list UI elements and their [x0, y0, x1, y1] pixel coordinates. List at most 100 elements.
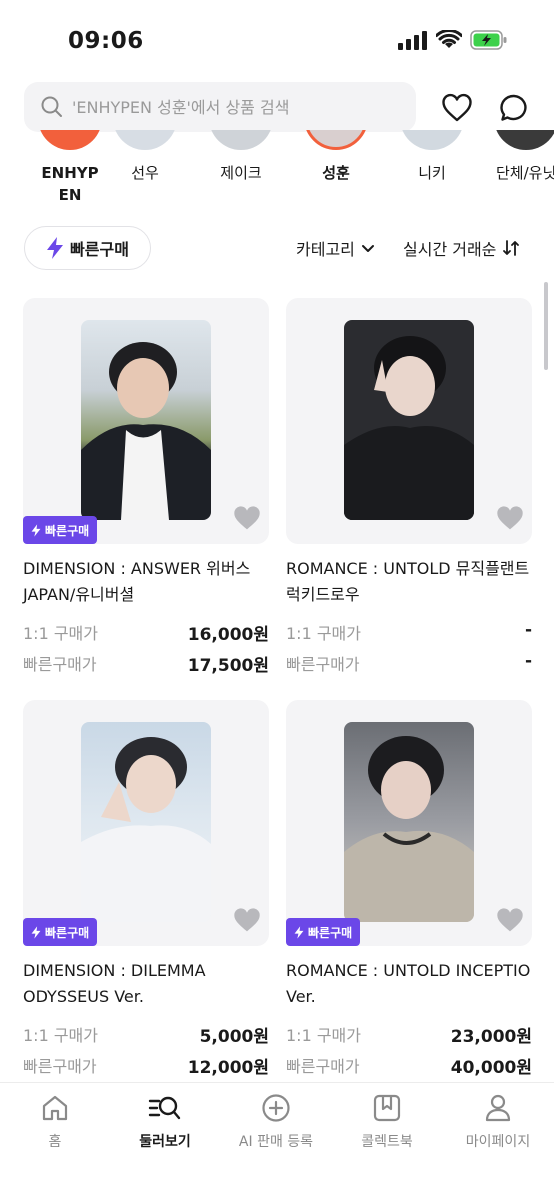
nav-item-browse[interactable]: 둘러보기 [110, 1093, 220, 1151]
nav-label: 둘러보기 [139, 1134, 191, 1150]
artist-item-enhypen[interactable]: ENHYPEN [30, 130, 110, 206]
heart-icon[interactable] [233, 504, 261, 532]
price-label: 1:1 구매가 [286, 1026, 361, 1045]
artist-name: ENHYPEN [41, 164, 99, 204]
product-image-area[interactable]: 빠른구매 [23, 700, 269, 946]
heart-icon[interactable] [496, 504, 524, 532]
chevron-down-icon [361, 245, 374, 252]
artist-name: 단체/유닛 [496, 164, 554, 182]
price-value: 23,000원 [450, 1027, 532, 1047]
artist-avatar [113, 130, 177, 150]
search-bar[interactable] [24, 82, 416, 132]
photocard-portrait [344, 736, 474, 922]
browse-icon [148, 1096, 181, 1120]
photocard-image [81, 320, 211, 520]
photocard-image [344, 320, 474, 520]
badge-label: 빠른구매 [45, 925, 90, 940]
artist-name: 선우 [131, 164, 159, 182]
artist-name: 니키 [418, 164, 446, 182]
price-label: 빠른구매가 [286, 1057, 360, 1076]
nav-item-collectbook[interactable]: 콜렉트북 [332, 1093, 442, 1151]
status-time: 09:06 [68, 28, 144, 54]
product-image-area[interactable] [286, 298, 532, 544]
lightning-icon [31, 523, 41, 537]
plus-circle-icon [262, 1094, 290, 1122]
heart-outline-icon [442, 93, 472, 122]
quick-buy-badge: 빠른구매 [286, 918, 361, 946]
badge-label: 빠른구매 [308, 925, 353, 940]
photocard-image [81, 722, 211, 922]
price-row-quick: 빠른구매가 - [286, 651, 532, 675]
price-row-1to1: 1:1 구매가 16,000원 [23, 620, 269, 645]
artist-item-sunoo[interactable]: 선우 [105, 130, 185, 184]
wishlist-button[interactable] [437, 88, 477, 128]
category-dropdown[interactable]: 카테고리 [296, 236, 375, 260]
artist-name: 성훈 [322, 164, 350, 182]
product-title[interactable]: DIMENSION : DILEMMA ODYSSEUS Ver. [23, 958, 269, 1010]
nav-label: AI 판매 등록 [238, 1134, 314, 1150]
artist-avatar [400, 130, 464, 150]
badge-label: 빠른구매 [45, 523, 90, 538]
nav-item-ai-sell[interactable]: AI 판매 등록 [221, 1093, 331, 1151]
price-label: 빠른구매가 [286, 655, 360, 674]
chat-button[interactable] [494, 88, 534, 128]
price-row-1to1: 1:1 구매가 - [286, 620, 532, 644]
price-value: 16,000원 [187, 625, 269, 645]
artist-item-group[interactable]: 단체/유닛 [490, 130, 554, 184]
artist-name: 제이크 [220, 164, 262, 182]
bookmark-icon [373, 1094, 401, 1122]
artist-avatar [38, 130, 102, 150]
price-label: 1:1 구매가 [23, 1026, 98, 1045]
search-icon [41, 96, 62, 117]
artist-avatar [209, 130, 273, 150]
price-label: 빠른구매가 [23, 655, 97, 674]
lightning-icon [31, 925, 41, 939]
product-title[interactable]: ROMANCE : UNTOLD 뮤직플랜트 럭키드로우 [286, 556, 532, 608]
status-bar: 09:06 [0, 0, 554, 80]
cellular-signal-icon [398, 31, 427, 50]
price-value: 5,000원 [199, 1027, 269, 1047]
photocard-portrait [81, 342, 211, 520]
price-row-1to1: 1:1 구매가 23,000원 [286, 1022, 532, 1047]
artist-avatar [494, 130, 554, 150]
bottom-navigation: 홈 둘러보기 AI 판매 등록 콜렉트북 마이페이지 [0, 1082, 554, 1200]
heart-icon[interactable] [496, 906, 524, 934]
photocard-image [344, 722, 474, 922]
price-value: 40,000원 [450, 1058, 532, 1078]
sort-arrows-icon [503, 240, 520, 256]
artist-filter-row: ENHYPEN 선우 제이크 성훈 니키 단체/유닛 [0, 130, 554, 214]
price-value: - [524, 620, 532, 640]
price-row-quick: 빠른구매가 12,000원 [23, 1053, 269, 1078]
quick-buy-filter-button[interactable]: 빠른구매 [24, 226, 151, 270]
nav-item-home[interactable]: 홈 [0, 1093, 110, 1151]
price-row-1to1: 1:1 구매가 5,000원 [23, 1022, 269, 1047]
product-title[interactable]: DIMENSION : ANSWER 위버스 JAPAN/유니버셜 [23, 556, 269, 608]
heart-icon[interactable] [233, 906, 261, 934]
nav-label: 마이페이지 [465, 1134, 531, 1150]
product-image-area[interactable]: 빠른구매 [286, 700, 532, 946]
artist-item-jake[interactable]: 제이크 [201, 130, 281, 184]
artist-item-niki[interactable]: 니키 [392, 130, 472, 184]
price-value: - [524, 651, 532, 671]
quick-buy-label: 빠른구매 [70, 240, 129, 259]
nav-item-mypage[interactable]: 마이페이지 [443, 1093, 553, 1151]
search-input[interactable] [72, 97, 392, 117]
product-title[interactable]: ROMANCE : UNTOLD INCEPTIO Ver. [286, 958, 532, 1010]
price-row-quick: 빠른구매가 40,000원 [286, 1053, 532, 1078]
artist-item-sunghoon[interactable]: 성훈 [296, 130, 376, 184]
product-image-area[interactable]: 빠른구매 [23, 298, 269, 544]
price-value: 17,500원 [187, 656, 269, 676]
price-label: 1:1 구매가 [23, 624, 98, 643]
category-label: 카테고리 [296, 240, 355, 259]
sort-label: 실시간 거래순 [403, 240, 497, 259]
price-value: 12,000원 [187, 1058, 269, 1078]
photocard-portrait [81, 737, 211, 922]
user-icon [485, 1094, 511, 1122]
price-label: 빠른구매가 [23, 1057, 97, 1076]
nav-label: 콜렉트북 [361, 1134, 413, 1150]
scrollbar[interactable] [544, 282, 548, 370]
photocard-portrait [344, 336, 474, 520]
home-icon [42, 1095, 68, 1121]
sort-dropdown[interactable]: 실시간 거래순 [403, 236, 520, 260]
nav-label: 홈 [48, 1134, 62, 1150]
